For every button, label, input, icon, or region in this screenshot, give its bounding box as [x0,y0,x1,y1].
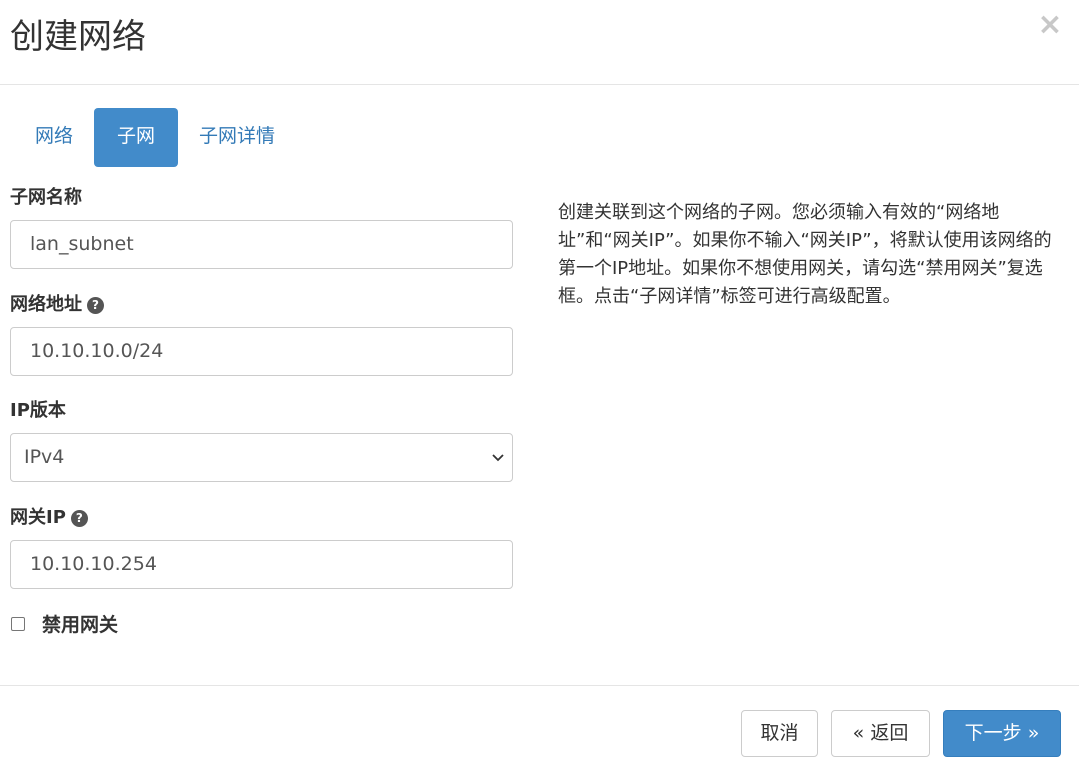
tab-subnet-details[interactable]: 子网详情 [182,108,292,167]
cancel-button[interactable]: 取消 [741,710,818,757]
disable-gateway-label: 禁用网关 [42,614,119,636]
tab-subnet[interactable]: 子网 [94,108,179,167]
dialog-footer: 取消 « 返回 下一步 » [0,685,1079,770]
dialog-title: 创建网络 [10,17,146,57]
chevron-down-icon [492,454,504,462]
ip-version-selected-value: IPv4 [24,446,65,468]
dialog-header: 创建网络 × [0,0,1079,85]
tab-network[interactable]: 网络 [18,108,90,167]
ip-version-label: IP版本 [10,400,66,421]
next-button[interactable]: 下一步 » [943,710,1061,757]
question-circle-icon[interactable]: ? [87,297,104,314]
question-circle-icon[interactable]: ? [70,510,88,527]
help-description: 创建关联到这个网络的子网。您必须输入有效的“网络地址”和“网关IP”。如果你不输… [558,202,1052,307]
subnet-name-input[interactable]: lan_subnet [10,220,513,269]
network-address-label: 网络地址? [10,293,104,317]
gateway-ip-label: 网关IP? [10,506,88,530]
close-icon[interactable]: × [1036,10,1064,40]
gateway-ip-input[interactable]: 10.10.10.254 [10,540,513,589]
tab-bar: 网络 子网 子网详情 [18,108,296,167]
back-button[interactable]: « 返回 [831,710,930,757]
disable-gateway-checkbox[interactable] [11,617,25,631]
subnet-name-label: 子网名称 [10,187,82,208]
network-address-input[interactable]: 10.10.10.0/24 [10,327,513,376]
ip-version-select[interactable]: IPv4 [10,433,513,482]
